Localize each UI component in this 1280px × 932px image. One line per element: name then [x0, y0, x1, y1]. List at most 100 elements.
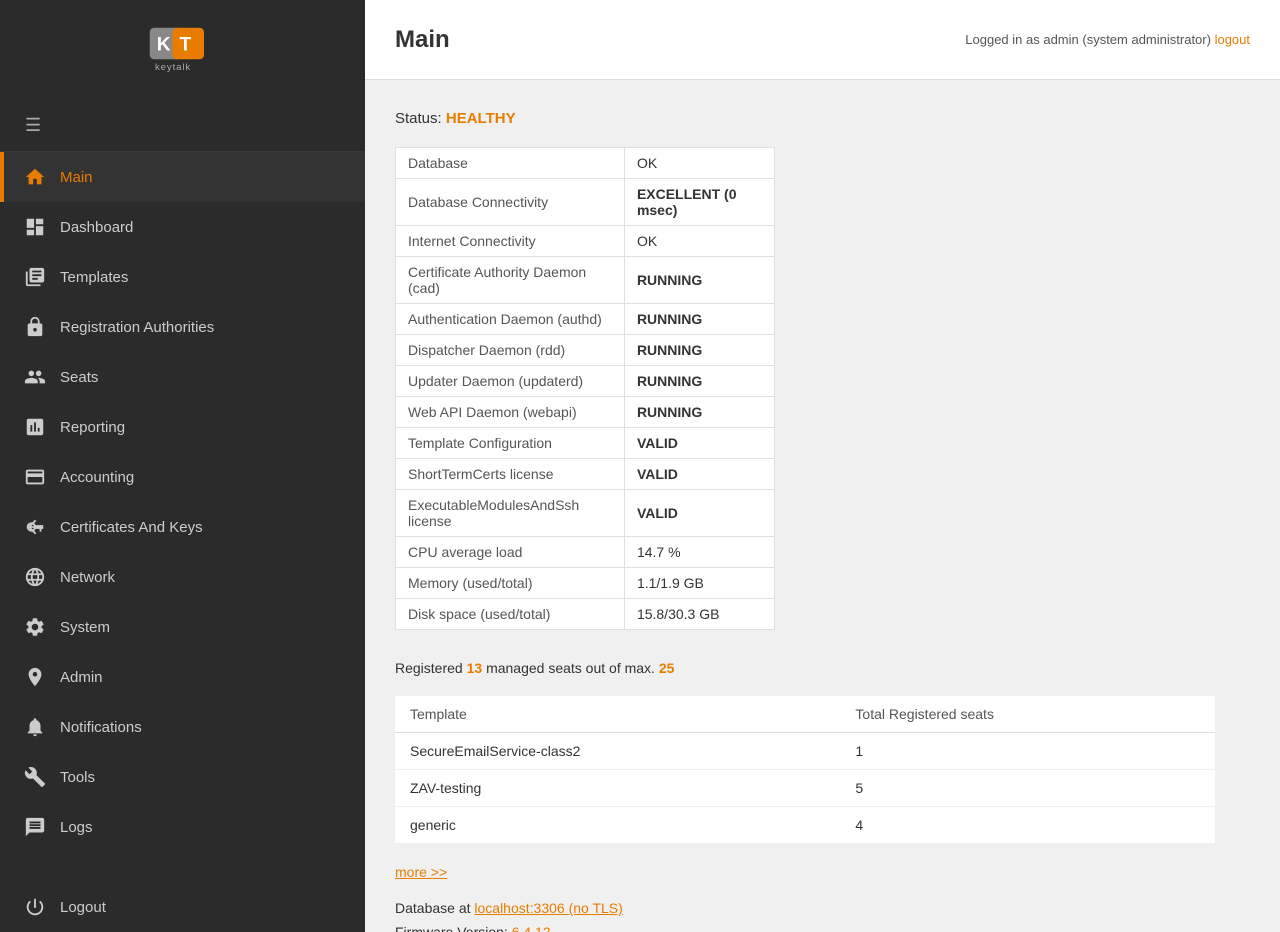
logout-link[interactable]: logout — [1215, 32, 1250, 47]
table-row: Database ConnectivityEXCELLENT (0 msec) — [396, 179, 775, 226]
sidebar-label-system: System — [60, 619, 110, 636]
hamburger-area: ☰ — [0, 100, 365, 152]
sidebar-item-system[interactable]: System — [0, 602, 365, 652]
sidebar-label-network: Network — [60, 569, 115, 586]
sidebar-label-templates: Templates — [60, 269, 128, 286]
table-row: Updater Daemon (updaterd)RUNNING — [396, 366, 775, 397]
fw-line: Firmware Version: 6.4.12 — [395, 924, 1250, 932]
table-row: Internet ConnectivityOK — [396, 226, 775, 257]
table-row: Dispatcher Daemon (rdd)RUNNING — [396, 335, 775, 366]
svg-text:keytalk: keytalk — [155, 61, 191, 72]
sidebar-label-main: Main — [60, 169, 93, 186]
table-row: Disk space (used/total)15.8/30.3 GB — [396, 599, 775, 630]
user-info: Logged in as admin (system administrator… — [965, 32, 1250, 47]
sidebar-item-logs[interactable]: Logs — [0, 802, 365, 852]
more-link[interactable]: more >> — [395, 864, 447, 880]
table-row: Web API Daemon (webapi)RUNNING — [396, 397, 775, 428]
reporting-icon — [24, 416, 46, 438]
sidebar-item-templates[interactable]: Templates — [0, 252, 365, 302]
status-row-name: Web API Daemon (webapi) — [396, 397, 625, 428]
status-line: Status: HEALTHY — [395, 110, 1250, 127]
sidebar-label-logs: Logs — [60, 819, 93, 836]
nav-list: Main Dashboard Templates Registration Autho… — [0, 152, 365, 852]
status-row-name: Disk space (used/total) — [396, 599, 625, 630]
status-row-value: VALID — [624, 428, 774, 459]
seat-template-name: SecureEmailService-class2 — [395, 733, 840, 770]
certificates-and-keys-icon — [24, 516, 46, 538]
status-row-name: Dispatcher Daemon (rdd) — [396, 335, 625, 366]
sidebar-item-reporting[interactable]: Reporting — [0, 402, 365, 452]
hamburger-button[interactable]: ☰ — [20, 110, 46, 141]
status-row-name: Certificate Authority Daemon (cad) — [396, 257, 625, 304]
table-row: Certificate Authority Daemon (cad)RUNNIN… — [396, 257, 775, 304]
status-row-value: OK — [624, 226, 774, 257]
content-area: Status: HEALTHY DatabaseOKDatabase Conne… — [365, 80, 1280, 932]
seat-template-name: generic — [395, 807, 840, 844]
seat-template-name: ZAV-testing — [395, 770, 840, 807]
sidebar-item-main[interactable]: Main — [0, 152, 365, 202]
sidebar-label-notifications: Notifications — [60, 719, 142, 736]
sidebar-item-notifications[interactable]: Notifications — [0, 702, 365, 752]
status-row-value: RUNNING — [624, 335, 774, 366]
seat-count: 4 — [840, 807, 1215, 844]
status-row-value: 14.7 % — [624, 537, 774, 568]
main-icon — [24, 166, 46, 188]
power-icon — [24, 896, 46, 918]
status-row-value: 15.8/30.3 GB — [624, 599, 774, 630]
status-row-value: EXCELLENT (0 msec) — [624, 179, 774, 226]
seats-table: Template Total Registered seats SecureEm… — [395, 696, 1215, 844]
db-line: Database at localhost:3306 (no TLS) — [395, 900, 1250, 916]
status-row-name: Internet Connectivity — [396, 226, 625, 257]
sidebar-label-admin: Admin — [60, 669, 103, 686]
svg-text:T: T — [179, 34, 191, 55]
system-icon — [24, 616, 46, 638]
status-row-name: CPU average load — [396, 537, 625, 568]
status-row-name: Template Configuration — [396, 428, 625, 459]
sidebar-label-certificates-and-keys: Certificates And Keys — [60, 519, 203, 536]
sidebar-item-network[interactable]: Network — [0, 552, 365, 602]
status-row-name: Updater Daemon (updaterd) — [396, 366, 625, 397]
status-row-name: Database Connectivity — [396, 179, 625, 226]
registered-line: Registered 13 managed seats out of max. … — [395, 660, 1250, 676]
notifications-icon — [24, 716, 46, 738]
fw-version: 6.4.12 — [512, 924, 551, 932]
status-row-name: Memory (used/total) — [396, 568, 625, 599]
table-row: CPU average load14.7 % — [396, 537, 775, 568]
top-bar: Main Logged in as admin (system administ… — [365, 0, 1280, 80]
sidebar-item-accounting[interactable]: Accounting — [0, 452, 365, 502]
network-icon — [24, 566, 46, 588]
logs-icon — [24, 816, 46, 838]
status-row-value: RUNNING — [624, 257, 774, 304]
status-row-name: ShortTermCerts license — [396, 459, 625, 490]
sidebar: K T keytalk ☰ MainDashboardTemplatesRegi… — [0, 0, 365, 932]
status-row-value: VALID — [624, 459, 774, 490]
sidebar-item-logout[interactable]: Logout — [0, 882, 365, 932]
sidebar-label-accounting: Accounting — [60, 469, 134, 486]
status-row-value: VALID — [624, 490, 774, 537]
sidebar-item-registration-authorities[interactable]: Registration Authorities — [0, 302, 365, 352]
logout-label: Logout — [60, 899, 106, 916]
table-row: ShortTermCerts licenseVALID — [396, 459, 775, 490]
status-row-value: OK — [624, 148, 774, 179]
sidebar-item-tools[interactable]: Tools — [0, 752, 365, 802]
registration-authorities-icon — [24, 316, 46, 338]
sidebar-label-seats: Seats — [60, 369, 98, 386]
sidebar-label-tools: Tools — [60, 769, 95, 786]
accounting-icon — [24, 466, 46, 488]
sidebar-item-certificates-and-keys[interactable]: Certificates And Keys — [0, 502, 365, 552]
sidebar-item-admin[interactable]: Admin — [0, 652, 365, 702]
tools-icon — [24, 766, 46, 788]
status-row-value: RUNNING — [624, 304, 774, 335]
status-row-value: 1.1/1.9 GB — [624, 568, 774, 599]
sidebar-item-dashboard[interactable]: Dashboard — [0, 202, 365, 252]
table-row: SecureEmailService-class21 — [395, 733, 1215, 770]
status-row-name: Database — [396, 148, 625, 179]
table-row: DatabaseOK — [396, 148, 775, 179]
admin-icon — [24, 666, 46, 688]
table-row: ExecutableModulesAndSsh licenseVALID — [396, 490, 775, 537]
sidebar-item-seats[interactable]: Seats — [0, 352, 365, 402]
main-content: Main Logged in as admin (system administ… — [365, 0, 1280, 932]
status-row-value: RUNNING — [624, 366, 774, 397]
db-link[interactable]: localhost:3306 (no TLS) — [474, 900, 622, 916]
seats-icon — [24, 366, 46, 388]
